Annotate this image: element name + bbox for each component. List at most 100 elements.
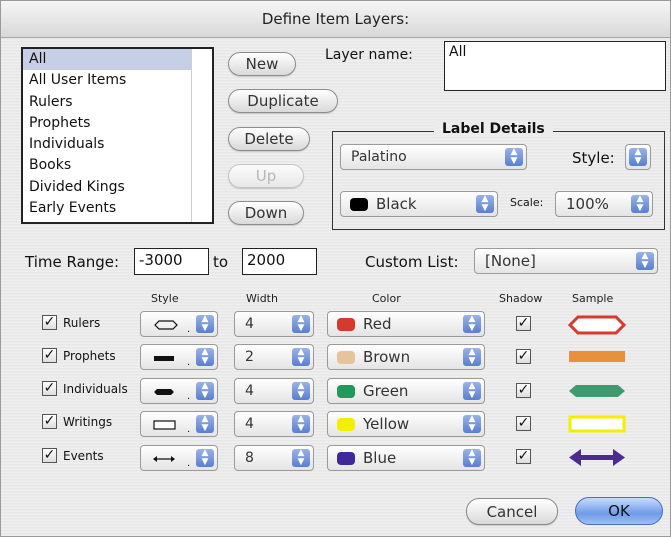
up-button[interactable]: Up xyxy=(228,164,304,188)
shadow-checkbox[interactable]: ✓ xyxy=(516,449,531,464)
width-popup[interactable]: 4 ▲ ▼ xyxy=(234,311,314,337)
style-label: Style: xyxy=(572,149,615,167)
time-range-to-field[interactable]: 2000 xyxy=(242,248,317,275)
label-details-title: Label Details xyxy=(434,121,553,137)
shadow-checkbox[interactable]: ✓ xyxy=(516,316,531,331)
custom-list-label: Custom List: xyxy=(365,253,459,271)
shadow-checkbox[interactable]: ✓ xyxy=(516,416,531,431)
bar-style-icon xyxy=(154,356,174,361)
list-item[interactable]: Divided Kings xyxy=(23,177,212,198)
popup-arrows-icon: ▲ ▼ xyxy=(463,348,481,366)
popup-arrows-icon: ▲ ▼ xyxy=(196,315,214,333)
layer-checkbox-events[interactable]: ✓ xyxy=(42,448,57,463)
color-popup[interactable]: Blue ▲ ▼ xyxy=(327,445,485,471)
down-button[interactable]: Down xyxy=(228,201,304,225)
color-popup[interactable]: Yellow ▲ ▼ xyxy=(327,411,485,437)
time-range-label: Time Range: xyxy=(25,253,120,271)
scale-value: 100% xyxy=(566,195,609,213)
color-popup[interactable]: Brown ▲ ▼ xyxy=(327,344,485,370)
green-swatch-icon xyxy=(337,385,355,398)
line-style-popup[interactable]: . ▲ ▼ xyxy=(140,445,218,471)
popup-arrows-icon: ▲ ▼ xyxy=(476,195,494,213)
list-item[interactable]: Early Events xyxy=(23,198,212,219)
list-item[interactable]: Individuals xyxy=(23,134,212,155)
yellow-swatch-icon xyxy=(337,418,355,431)
style-dot: . xyxy=(187,391,191,402)
list-item[interactable]: Prophets xyxy=(23,113,212,134)
popup-arrows-icon: ▲ ▼ xyxy=(196,449,214,467)
width-popup[interactable]: 8 ▲ ▼ xyxy=(234,445,314,471)
width-popup[interactable]: 2 ▲ ▼ xyxy=(234,344,314,370)
font-popup[interactable]: Palatino ▲ ▼ xyxy=(340,144,527,170)
writings-sample-icon xyxy=(568,415,626,433)
width-value: 4 xyxy=(245,416,254,432)
popup-arrows-icon: ▲ ▼ xyxy=(292,348,310,366)
individuals-sample-icon xyxy=(569,385,625,397)
cancel-button[interactable]: Cancel xyxy=(466,498,558,525)
popup-arrows-icon: ▲ ▼ xyxy=(463,449,481,467)
layer-checkbox-prophets[interactable]: ✓ xyxy=(42,348,57,363)
scale-popup[interactable]: 100% ▲ ▼ xyxy=(555,191,653,217)
line-style-popup[interactable]: . ▲ ▼ xyxy=(140,411,218,437)
layer-list[interactable]: All All User Items Rulers Prophets Indiv… xyxy=(21,47,214,224)
shadow-checkbox[interactable]: ✓ xyxy=(516,349,531,364)
style-popup[interactable]: ▲ ▼ xyxy=(625,144,651,170)
popup-arrows-icon: ▲ ▼ xyxy=(196,415,214,433)
line-style-popup[interactable]: . ▲ ▼ xyxy=(140,378,218,404)
color-value: Red xyxy=(363,315,392,333)
list-item[interactable]: All xyxy=(23,49,212,71)
width-value: 4 xyxy=(245,383,254,399)
double-arrow-style-icon xyxy=(153,456,175,462)
delete-button[interactable]: Delete xyxy=(228,127,310,151)
font-value: Palatino xyxy=(351,149,407,165)
popup-arrows-icon: ▲ ▼ xyxy=(196,382,214,400)
define-item-layers-dialog: Define Item Layers: All All User Items R… xyxy=(0,0,671,537)
width-popup[interactable]: 4 ▲ ▼ xyxy=(234,411,314,437)
column-header-sample: Sample xyxy=(572,292,614,305)
prophets-sample-icon xyxy=(569,351,625,362)
width-value: 2 xyxy=(245,349,254,365)
shadow-checkbox[interactable]: ✓ xyxy=(516,383,531,398)
new-button[interactable]: New xyxy=(228,52,296,76)
list-item[interactable]: Rulers xyxy=(23,92,212,113)
color-popup[interactable]: Red ▲ ▼ xyxy=(327,311,485,337)
layer-checkbox-rulers[interactable]: ✓ xyxy=(42,315,57,330)
popup-arrows-icon: ▲ ▼ xyxy=(292,382,310,400)
color-value: Green xyxy=(363,382,409,400)
line-style-popup[interactable]: . ▲ ▼ xyxy=(140,311,218,337)
layer-checkbox-writings[interactable]: ✓ xyxy=(42,414,57,429)
window-title: Define Item Layers: xyxy=(1,1,670,38)
black-swatch-icon xyxy=(350,198,368,211)
duplicate-button[interactable]: Duplicate xyxy=(228,89,338,113)
scale-label: Scale: xyxy=(510,196,544,209)
list-item[interactable]: All User Items xyxy=(23,70,212,91)
width-value: 4 xyxy=(245,316,254,332)
popup-arrows-icon: ▲ ▼ xyxy=(292,415,310,433)
style-dot: . xyxy=(187,424,191,435)
custom-list-value: [None] xyxy=(485,252,536,270)
list-scrollbar[interactable] xyxy=(191,49,212,222)
ok-button[interactable]: OK xyxy=(575,497,663,525)
row-label: Prophets xyxy=(63,349,116,363)
label-color-popup[interactable]: Black ▲ ▼ xyxy=(340,191,498,217)
red-swatch-icon xyxy=(337,318,355,331)
width-popup[interactable]: 4 ▲ ▼ xyxy=(234,378,314,404)
blue-swatch-icon xyxy=(337,452,355,465)
time-range-from-field[interactable]: -3000 xyxy=(134,248,209,275)
row-label: Rulers xyxy=(63,316,101,330)
popup-arrows-icon: ▲ ▼ xyxy=(505,148,523,166)
color-popup[interactable]: Green ▲ ▼ xyxy=(327,378,485,404)
layer-checkbox-individuals[interactable]: ✓ xyxy=(42,381,57,396)
popup-arrows-icon: ▲ ▼ xyxy=(292,449,310,467)
column-header-width: Width xyxy=(246,292,278,305)
custom-list-popup[interactable]: [None] ▲ ▼ xyxy=(474,248,658,274)
row-label: Events xyxy=(63,449,104,463)
line-style-popup[interactable]: . ▲ ▼ xyxy=(140,344,218,370)
color-value: Yellow xyxy=(363,415,410,433)
list-item[interactable]: Books xyxy=(23,155,212,176)
row-label: Individuals xyxy=(63,382,128,396)
popup-arrows-icon: ▲ ▼ xyxy=(463,415,481,433)
layer-name-field[interactable]: All xyxy=(444,41,666,91)
style-dot: . xyxy=(187,357,191,368)
column-header-color: Color xyxy=(372,292,401,305)
